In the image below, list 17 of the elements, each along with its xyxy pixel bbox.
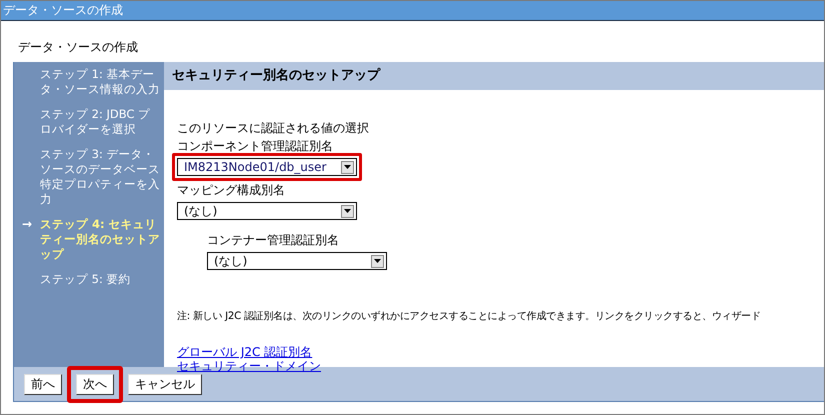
- dropdown-field[interactable]: (なし): [177, 202, 357, 220]
- section-title: セキュリティー別名のセットアップ: [172, 68, 380, 83]
- current-step-arrow: →: [20, 217, 34, 233]
- wizard-button[interactable]: キャンセル: [128, 374, 202, 394]
- dropdown-field[interactable]: IM8213Node01/db_user: [177, 158, 357, 176]
- wizard-button[interactable]: 前へ: [24, 374, 62, 394]
- link[interactable]: グローバル J2C 認証別名: [177, 345, 312, 359]
- page-heading: データ・ソースの作成: [17, 39, 139, 56]
- link[interactable]: セキュリティー・ドメイン: [177, 359, 321, 373]
- intro-text: このリソースに認証される値の選択: [177, 120, 370, 137]
- dropdown-field[interactable]: (なし): [207, 252, 387, 270]
- window-title: データ・ソースの作成: [3, 3, 123, 17]
- note-text: 注: 新しい J2C 認証別名は、次のリンクのいずれかにアクセスすることによって作成できます。リンクをクリックすると、ウィザード: [177, 310, 761, 323]
- wizard-button[interactable]: 次へ: [76, 374, 114, 394]
- field-label: コンテナー管理認証別名: [207, 233, 339, 247]
- field-label: マッピング構成別名: [177, 183, 285, 197]
- field-label: コンポーネント管理認証別名: [177, 139, 333, 153]
